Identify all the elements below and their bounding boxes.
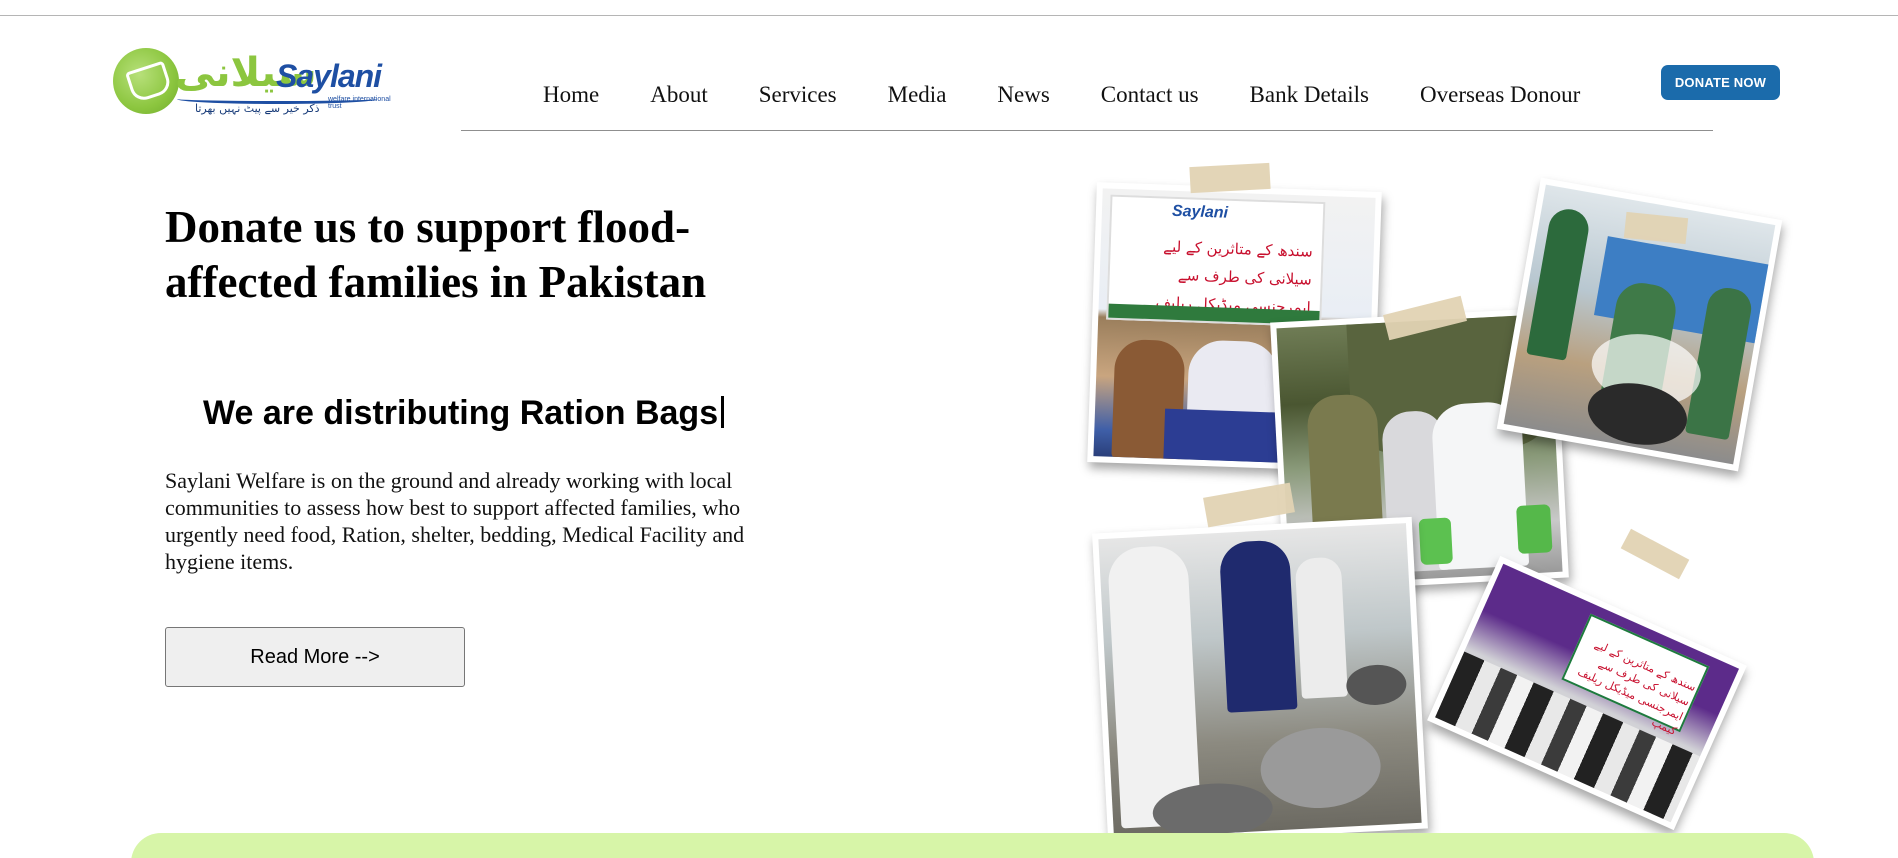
nav-about[interactable]: About (650, 82, 708, 108)
main-nav: Home About Services Media News Contact u… (543, 80, 1580, 110)
hero-description: Saylani Welfare is on the ground and alr… (165, 468, 745, 574)
nav-services[interactable]: Services (759, 82, 837, 108)
logo-emblem-icon (113, 48, 179, 114)
read-more-button[interactable]: Read More --> (165, 627, 465, 687)
nav-media[interactable]: Media (888, 82, 947, 108)
typing-text: We are distributing Ration Bags (203, 394, 719, 432)
collage-photo-food-pots (1092, 516, 1428, 846)
camp-banner: Saylani سندھ کے متاثرین کے لیے سیلانی کی… (1106, 194, 1326, 345)
photo-tape (1620, 528, 1690, 580)
hero-title: Donate us to support flood-affected fami… (165, 202, 707, 307)
photo-collage: Saylani سندھ کے متاثرین کے لیے سیلانی کی… (1080, 162, 1783, 846)
top-border-line (0, 15, 1898, 16)
nav-home[interactable]: Home (543, 82, 599, 108)
collage-photo-relief-camp-crowd: سندھ کے متاثرین کے لیے سیلانی کی طرف سے … (1427, 555, 1747, 831)
nav-overseas-donour[interactable]: Overseas Donour (1420, 82, 1580, 108)
donate-now-button[interactable]: DONATE NOW (1661, 65, 1780, 100)
nav-contact-us[interactable]: Contact us (1101, 82, 1199, 108)
photo-tape (1189, 162, 1271, 194)
banner-brand: Saylani (1171, 202, 1229, 222)
saylani-logo[interactable]: سیلانی Saylani welfare international tru… (113, 46, 403, 121)
logo-wordmark: Saylani (276, 58, 382, 94)
logo-tagline: welfare international trust (328, 96, 391, 110)
nav-bank-details[interactable]: Bank Details (1250, 82, 1369, 108)
next-section-band (131, 833, 1814, 858)
logo-urdu-tagline: ذکر خیر سے پیٹ نہیں بھرتا (195, 102, 320, 115)
nav-news[interactable]: News (997, 82, 1049, 108)
banner-urdu-text: سندھ کے متاثرین کے لیے سیلانی کی طرف سے … (1155, 237, 1313, 344)
hero-typing-subtitle: We are distributing Ration Bags (203, 394, 725, 433)
nav-divider (461, 130, 1713, 131)
typing-cursor (721, 396, 725, 428)
